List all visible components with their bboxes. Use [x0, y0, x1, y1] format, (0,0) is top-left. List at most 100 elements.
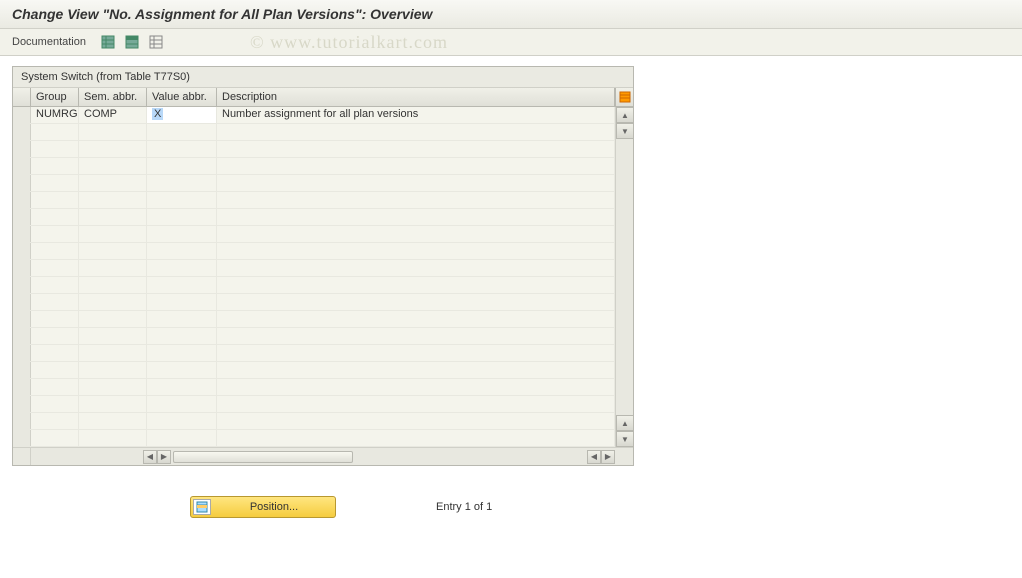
table-row[interactable] [13, 226, 615, 243]
position-button[interactable]: Position... [190, 496, 336, 518]
row-selector-header[interactable] [13, 88, 31, 106]
hscroll-spacer [13, 448, 31, 465]
cell-value-abbr[interactable] [147, 396, 217, 412]
row-selector[interactable] [13, 243, 31, 259]
cell-value-abbr[interactable] [147, 430, 217, 446]
row-selector[interactable] [13, 124, 31, 140]
scroll-down-bottom-icon[interactable]: ▼ [616, 431, 634, 447]
scroll-right-end-icon[interactable]: ▶ [601, 450, 615, 464]
hscroll-track[interactable] [171, 448, 587, 465]
row-selector[interactable] [13, 328, 31, 344]
entry-count: Entry 1 of 1 [436, 501, 492, 513]
table-row[interactable] [13, 192, 615, 209]
row-selector[interactable] [13, 192, 31, 208]
row-selector[interactable] [13, 277, 31, 293]
scroll-track[interactable] [616, 139, 633, 415]
scroll-up-bottom-icon[interactable]: ▲ [616, 415, 634, 431]
cell-value-abbr[interactable] [147, 124, 217, 140]
cell-description [217, 362, 615, 378]
table-row[interactable] [13, 175, 615, 192]
cell-sem-abbr [79, 243, 147, 259]
row-selector[interactable] [13, 311, 31, 327]
row-selector[interactable] [13, 226, 31, 242]
table-row[interactable] [13, 277, 615, 294]
cell-description: Number assignment for all plan versions [217, 107, 615, 123]
cell-description [217, 379, 615, 395]
scroll-left-end-icon[interactable]: ◀ [587, 450, 601, 464]
row-selector[interactable] [13, 430, 31, 446]
table-row[interactable] [13, 430, 615, 447]
cell-value-abbr[interactable] [147, 362, 217, 378]
cell-group [31, 141, 79, 157]
table-row[interactable] [13, 243, 615, 260]
cell-value-abbr[interactable] [147, 294, 217, 310]
row-selector[interactable] [13, 294, 31, 310]
column-header-group[interactable]: Group [31, 88, 79, 106]
column-header-description[interactable]: Description [217, 88, 615, 106]
row-selector[interactable] [13, 413, 31, 429]
cell-value-abbr[interactable] [147, 379, 217, 395]
cell-description [217, 158, 615, 174]
scroll-up-icon[interactable]: ▲ [616, 107, 634, 123]
cell-value-abbr[interactable] [147, 158, 217, 174]
row-selector[interactable] [13, 175, 31, 191]
table-row[interactable] [13, 379, 615, 396]
table-row[interactable] [13, 158, 615, 175]
row-selector[interactable] [13, 345, 31, 361]
table-row[interactable] [13, 328, 615, 345]
documentation-label[interactable]: Documentation [12, 36, 86, 48]
cell-group [31, 413, 79, 429]
grid-wrapper: NUMRG COMP X Number assignment for all p… [13, 107, 633, 447]
table-settings-icon[interactable] [100, 34, 116, 50]
cell-value-abbr[interactable] [147, 413, 217, 429]
row-selector[interactable] [13, 379, 31, 395]
vertical-scrollbar[interactable]: ▲ ▼ ▲ ▼ [615, 107, 633, 447]
scroll-left-icon[interactable]: ◀ [143, 450, 157, 464]
table-row[interactable] [13, 260, 615, 277]
table-row[interactable] [13, 311, 615, 328]
cell-group [31, 396, 79, 412]
row-selector[interactable] [13, 209, 31, 225]
cell-value-abbr[interactable]: X [147, 107, 217, 123]
cell-value-abbr[interactable] [147, 209, 217, 225]
cell-value-abbr[interactable] [147, 311, 217, 327]
cell-sem-abbr [79, 260, 147, 276]
scroll-down-icon[interactable]: ▼ [616, 123, 634, 139]
table-row[interactable] [13, 413, 615, 430]
column-header-value-abbr[interactable]: Value abbr. [147, 88, 217, 106]
table-row[interactable] [13, 209, 615, 226]
cell-value-abbr[interactable] [147, 175, 217, 191]
table-row[interactable] [13, 345, 615, 362]
cell-value-abbr[interactable] [147, 141, 217, 157]
scroll-right-icon[interactable]: ▶ [157, 450, 171, 464]
table-select-icon[interactable] [124, 34, 140, 50]
cell-group [31, 260, 79, 276]
table-edit-icon[interactable] [148, 34, 164, 50]
table-row[interactable]: NUMRG COMP X Number assignment for all p… [13, 107, 615, 124]
cell-sem-abbr: COMP [79, 107, 147, 123]
cell-value-abbr[interactable] [147, 277, 217, 293]
cell-value-abbr[interactable] [147, 243, 217, 259]
cell-value-abbr[interactable] [147, 192, 217, 208]
row-selector[interactable] [13, 260, 31, 276]
grid-header: Group Sem. abbr. Value abbr. Description [13, 88, 633, 107]
row-selector[interactable] [13, 362, 31, 378]
cell-value-abbr[interactable] [147, 260, 217, 276]
row-selector[interactable] [13, 141, 31, 157]
horizontal-scrollbar[interactable]: ◀ ▶ ◀ ▶ [13, 447, 633, 465]
cell-value-abbr[interactable] [147, 345, 217, 361]
column-header-sem-abbr[interactable]: Sem. abbr. [79, 88, 147, 106]
hscroll-left-buttons: ◀ ▶ [31, 448, 171, 465]
table-row[interactable] [13, 362, 615, 379]
row-selector[interactable] [13, 396, 31, 412]
table-row[interactable] [13, 396, 615, 413]
table-row[interactable] [13, 141, 615, 158]
hscroll-thumb[interactable] [173, 451, 353, 463]
cell-value-abbr[interactable] [147, 226, 217, 242]
row-selector[interactable] [13, 158, 31, 174]
cell-value-abbr[interactable] [147, 328, 217, 344]
table-row[interactable] [13, 124, 615, 141]
table-config-icon[interactable] [615, 88, 633, 106]
row-selector[interactable] [13, 107, 31, 123]
table-row[interactable] [13, 294, 615, 311]
